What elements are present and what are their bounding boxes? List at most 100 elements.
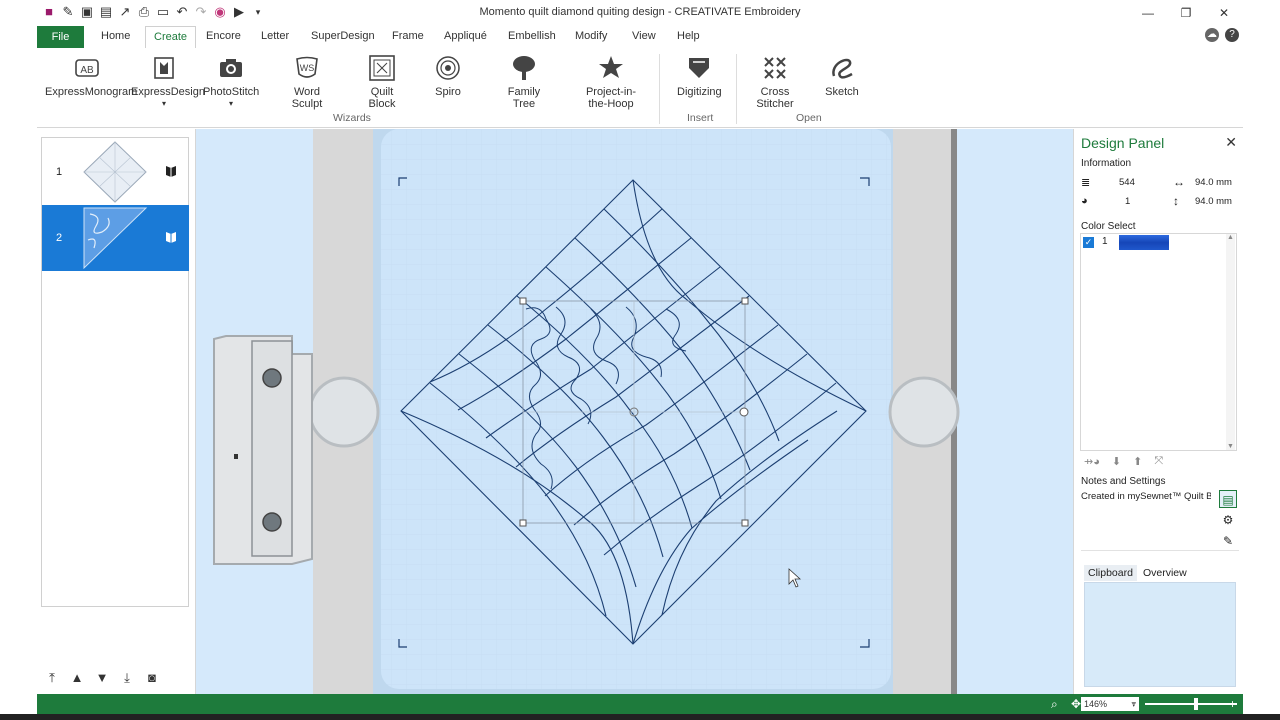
tab-embellish[interactable]: Embellish (508, 30, 556, 42)
move-to-bottom-icon[interactable]: ⤓ (118, 669, 136, 687)
expressmonogram-label: ExpressMonogram (45, 86, 138, 98)
color-checkbox[interactable]: ✓ (1083, 237, 1094, 248)
ribbon-tabs: File Home Create Encore Letter SuperDesi… (37, 26, 1243, 48)
color-list-scrollbar[interactable]: ▲ ▼ (1226, 234, 1235, 450)
selection-handle[interactable] (519, 297, 527, 305)
zoom-value: 146% (1084, 699, 1108, 709)
spiro-button[interactable]: Spiro (431, 54, 465, 98)
selection-handle[interactable] (741, 519, 749, 527)
tab-right-icons: ☁ ? (1205, 28, 1239, 42)
merge-colors-icon[interactable]: ⇸◕ (1084, 455, 1100, 468)
move-up-icon[interactable]: ▲ (68, 669, 86, 687)
tab-modify[interactable]: Modify (575, 30, 607, 42)
family-tree-label: Family Tree (507, 86, 541, 110)
group-separator (659, 54, 660, 124)
tab-letter[interactable]: Letter (261, 30, 289, 42)
design-list-item[interactable]: 1 (42, 139, 189, 205)
color-sort-icon[interactable]: ⤧ (1154, 455, 1163, 468)
hoop-workspace[interactable] (196, 129, 1073, 694)
move-color-down-icon[interactable]: ⬇ (1112, 455, 1121, 468)
notes-icon[interactable]: ▤ (1219, 490, 1237, 508)
word-sculpt-icon: WS (296, 56, 318, 78)
zoom-to-selection-icon[interactable]: ⌕ (1051, 697, 1065, 711)
zoom-out-icon[interactable]: − (1131, 697, 1145, 711)
tab-applique[interactable]: Appliqué (444, 30, 487, 42)
tab-overview[interactable]: Overview (1139, 565, 1191, 581)
tab-superdesign[interactable]: SuperDesign (311, 30, 375, 42)
quilt-block-icon (369, 55, 395, 81)
spiro-icon (436, 56, 460, 80)
tab-file[interactable]: File (37, 26, 84, 48)
zoom-slider[interactable] (1145, 703, 1237, 705)
design-lock-icon[interactable] (164, 164, 178, 178)
clipboard-tabs: Clipboard Overview (1084, 565, 1191, 581)
move-color-up-icon[interactable]: ⬆ (1133, 455, 1142, 468)
project-in-the-hoop-button[interactable]: Project-in- the-Hoop (583, 54, 639, 110)
sketch-button[interactable]: Sketch (823, 54, 861, 98)
expressmonogram-button[interactable]: AB ExpressMonogram (45, 54, 137, 98)
cross-stitcher-label: Cross Stitcher (756, 86, 794, 110)
status-bar: ⌕ ✥ 146% ▾ − + (37, 694, 1243, 714)
stitch-count-icon: ≣ (1081, 176, 1091, 189)
move-to-top-icon[interactable]: ⤒ (43, 669, 61, 687)
close-button[interactable]: ✕ (1205, 0, 1243, 26)
word-sculpt-button[interactable]: WS Word Sculpt (285, 54, 329, 110)
tab-view[interactable]: View (632, 30, 656, 42)
selection-handle[interactable] (741, 297, 749, 305)
zoom-in-icon[interactable]: + (1229, 697, 1243, 711)
close-panel-icon[interactable]: ✕ (1225, 134, 1237, 151)
left-edge (0, 0, 37, 720)
window-title: Momento quilt diamond quiting design - C… (479, 6, 801, 18)
svg-text:WS: WS (300, 63, 315, 73)
ribbon: AB ExpressMonogram ExpressDesign ▾ Photo… (37, 48, 1243, 128)
notes-settings-label: Notes and Settings (1081, 476, 1166, 487)
tab-create[interactable]: Create (145, 26, 197, 48)
window-controls: — ❐ ✕ (1129, 0, 1243, 26)
digitizing-button[interactable]: Digitizing (677, 54, 722, 98)
clipboard-preview (1084, 582, 1236, 687)
selection-handle[interactable] (519, 519, 527, 527)
edit-icon[interactable]: ✎ (1219, 532, 1237, 550)
zoom-slider-thumb[interactable] (1194, 698, 1198, 710)
visibility-icon[interactable]: ◙ (143, 669, 161, 687)
design-canvas[interactable] (196, 129, 1073, 694)
os-taskbar (0, 714, 1280, 720)
app-window: ■ ✎ ▣ ▤ ↗ ⎙ ▭ ↶ ↷ ◉ ▶ ▾ Momento quilt di… (0, 0, 1280, 720)
tab-encore[interactable]: Encore (206, 30, 241, 42)
tab-help[interactable]: Help (677, 30, 700, 42)
design-height: 94.0 mm (1195, 195, 1232, 207)
design-lock-icon[interactable] (164, 230, 178, 244)
family-tree-button[interactable]: Family Tree (503, 54, 545, 110)
word-sculpt-label: Word Sculpt (291, 86, 323, 110)
color-swatch[interactable] (1119, 235, 1169, 250)
tab-home[interactable]: Home (101, 30, 130, 42)
settings-icon[interactable]: ⚙ (1219, 511, 1237, 529)
cloud-sync-icon[interactable]: ☁ (1205, 28, 1219, 42)
tree-icon (513, 56, 535, 80)
project-hoop-icon (599, 56, 623, 78)
palette-icon: ◕ (1081, 195, 1088, 207)
color-tools: ⇸◕ ⬇ ⬆ ⤧ (1084, 455, 1163, 468)
notes-text[interactable]: Created in mySewnet™ Quilt Blo (1081, 491, 1211, 502)
group-separator (736, 54, 737, 124)
help-icon[interactable]: ? (1225, 28, 1239, 42)
cross-stitcher-button[interactable]: Cross Stitcher (753, 54, 797, 110)
photostitch-button[interactable]: PhotoStitch ▾ (203, 54, 259, 110)
quilt-block-button[interactable]: Quilt Block (361, 54, 403, 110)
design-number: 1 (56, 166, 63, 178)
minimize-button[interactable]: — (1129, 0, 1167, 26)
tab-clipboard[interactable]: Clipboard (1084, 565, 1137, 581)
expressdesign-label: ExpressDesign (131, 86, 205, 98)
design-panel: Design Panel ✕ Information ≣ 544 ↔ 94.0 … (1073, 129, 1243, 694)
rotate-handle[interactable] (739, 407, 749, 417)
design-list-item-selected[interactable]: 2 (42, 205, 189, 271)
expressdesign-button[interactable]: ExpressDesign ▾ (131, 54, 205, 110)
move-down-icon[interactable]: ▼ (93, 669, 111, 687)
restore-button[interactable]: ❐ (1167, 0, 1205, 26)
express-design-icon (154, 57, 174, 79)
tab-frame[interactable]: Frame (392, 30, 424, 42)
project-in-the-hoop-label: Project-in- the-Hoop (585, 86, 637, 110)
digitizing-label: Digitizing (677, 86, 722, 98)
monogram-icon: AB (75, 59, 99, 77)
cross-stitch-icon (764, 57, 786, 79)
